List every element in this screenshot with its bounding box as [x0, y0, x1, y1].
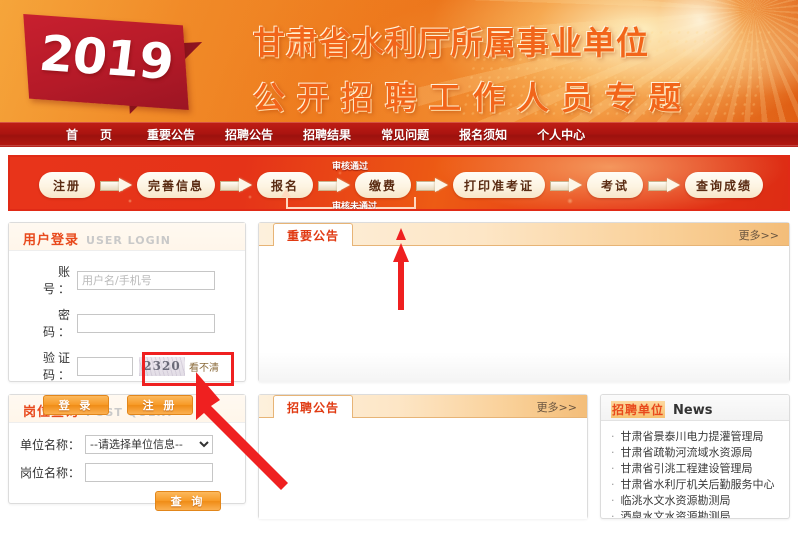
list-item[interactable]: · 甘肃省水利厅机关后勤服务中心 — [611, 477, 783, 493]
site-banner: 2019 甘肃省水利厅所属事业单位 公开招聘工作人员专题 — [0, 0, 798, 122]
account-input[interactable] — [77, 270, 215, 290]
bullet-icon: · — [611, 462, 615, 475]
account-row: 账 号： — [19, 263, 235, 297]
bullet-icon: · — [611, 478, 615, 491]
step-exam[interactable]: 考试 — [587, 172, 643, 198]
tab-important-announcement[interactable]: 重要公告 — [273, 223, 354, 246]
step-payment[interactable]: 缴费 — [354, 172, 411, 198]
step-print-admission-ticket[interactable]: 打印准考证 — [452, 172, 545, 198]
unit-name: 临洮水文水资源勘测局 — [620, 494, 731, 507]
query-form: 单位名称： --请选择单位信息-- 岗位名称： 查 询 — [9, 423, 245, 511]
label-review-failed: 审核未通过 — [332, 202, 378, 211]
unit-name: 酒泉水文水资源勘测局 — [620, 510, 731, 519]
step-query-score[interactable]: 查询成绩 — [685, 172, 764, 198]
bullet-icon: · — [611, 510, 615, 519]
banner-title-group: 甘肃省水利厅所属事业单位 公开招聘工作人员专题 — [253, 18, 773, 119]
captcha-row: 验证码： 2320 看不清 — [19, 349, 235, 383]
banner-title-line1: 甘肃省水利厅所属事业单位 — [253, 24, 650, 62]
account-label: 账 号： — [42, 265, 85, 296]
user-login-panel: 用户登录 USER LOGIN 账 号： 密 码： 验证码： — [8, 222, 246, 415]
password-input[interactable] — [77, 313, 215, 333]
recruiting-units-list: · 甘肃省景泰川电力提灌管理局 · 甘肃省疏勒河流域水资源局 · 甘肃省引洮工程… — [601, 421, 789, 519]
recruitment-announcement-more-link[interactable]: 更多>> — [537, 399, 577, 415]
important-announcement-body — [259, 246, 789, 382]
unit-name-label: 单位名称： — [19, 438, 80, 452]
recruiting-units-panel: 招聘单位 News · 甘肃省景泰川电力提灌管理局 · 甘肃省疏勒河流域水资源局… — [600, 394, 790, 519]
tab-recruitment-announcement[interactable]: 招聘公告 — [273, 395, 354, 418]
step-arrow-icon — [415, 179, 448, 191]
bullet-icon: · — [611, 430, 615, 443]
important-announcement-more-link[interactable]: 更多>> — [739, 227, 779, 243]
news-title-cn: 招聘单位 — [611, 401, 666, 418]
nav-item-important-notice[interactable]: 重要公告 — [147, 126, 195, 143]
recruitment-announcement-header: 招聘公告 更多>> — [259, 395, 587, 418]
unit-name-select[interactable]: --请选择单位信息-- — [85, 435, 213, 454]
captcha-label: 验证码： — [42, 351, 73, 382]
login-title-en: USER LOGIN — [86, 234, 171, 247]
list-item[interactable]: · 甘肃省景泰川电力提灌管理局 — [611, 429, 783, 445]
step-register[interactable]: 注册 — [38, 172, 95, 198]
login-panel-header: 用户登录 USER LOGIN — [9, 223, 245, 251]
unit-name: 甘肃省疏勒河流域水资源局 — [620, 446, 753, 459]
nav-item-personal-center[interactable]: 个人中心 — [537, 126, 585, 143]
nav-item-faq[interactable]: 常见问题 — [381, 126, 429, 143]
password-row: 密 码： — [19, 306, 235, 340]
process-step-list: 注册 完善信息 报名 缴费 打印准考证 考试 查询成绩 — [10, 171, 788, 199]
list-item[interactable]: · 甘肃省引洮工程建设管理局 — [611, 461, 783, 477]
captcha-image[interactable]: 2320 — [139, 356, 185, 376]
post-name-row: 岗位名称： — [19, 463, 235, 482]
step-arrow-icon — [219, 179, 252, 191]
review-failed-arrow-icon — [281, 189, 291, 197]
nav-item-home[interactable]: 首 页 — [66, 126, 117, 143]
main-navigation: 首 页 重要公告 招聘公告 招聘结果 常见问题 报名须知 个人中心 — [0, 122, 798, 147]
nav-item-application-guide[interactable]: 报名须知 — [459, 126, 507, 143]
nav-item-recruitment-result[interactable]: 招聘结果 — [303, 126, 351, 143]
main-content: 用户登录 USER LOGIN 账 号： 密 码： 验证码： — [8, 222, 790, 519]
list-item[interactable]: · 临洮水文水资源勘测局 — [611, 493, 783, 509]
step-arrow-icon — [99, 179, 132, 191]
post-name-label: 岗位名称： — [19, 466, 80, 480]
step-arrow-icon — [648, 179, 680, 191]
list-item[interactable]: · 酒泉水文水资源勘测局 — [611, 509, 783, 519]
content-row-top: 用户登录 USER LOGIN 账 号： 密 码： 验证码： — [8, 222, 790, 415]
captcha-input[interactable] — [77, 356, 133, 376]
post-name-input[interactable] — [85, 463, 213, 482]
register-button[interactable]: 注 册 — [127, 395, 193, 415]
bullet-icon: · — [611, 494, 615, 507]
news-panel-header: 招聘单位 News — [601, 395, 789, 421]
logo-year-text: 2019 — [38, 24, 175, 92]
nav-item-recruitment-notice[interactable]: 招聘公告 — [225, 126, 273, 143]
unit-name-row: 单位名称： --请选择单位信息-- — [19, 435, 235, 454]
unit-name: 甘肃省景泰川电力提灌管理局 — [620, 430, 764, 443]
year-logo: 2019 — [23, 14, 206, 114]
process-flow-bar: 注册 完善信息 报名 缴费 打印准考证 考试 查询成绩 审核通过 审核未通过 — [8, 155, 790, 211]
password-label: 密 码： — [42, 308, 85, 339]
bullet-icon: · — [611, 446, 615, 459]
page-root: 2019 甘肃省水利厅所属事业单位 公开招聘工作人员专题 首 页 重要公告 招聘… — [0, 0, 798, 541]
search-button[interactable]: 查 询 — [155, 491, 221, 511]
step-arrow-icon — [317, 179, 350, 191]
important-announcement-panel: 重要公告 更多>> — [258, 222, 790, 382]
recruitment-announcement-panel: 招聘公告 更多>> — [258, 394, 588, 519]
list-item[interactable]: · 甘肃省疏勒河流域水资源局 — [611, 445, 783, 461]
login-form: 账 号： 密 码： 验证码： 2320 看不清 登 录 — [9, 251, 245, 415]
recruitment-announcement-body — [259, 418, 587, 519]
unit-name: 甘肃省引洮工程建设管理局 — [620, 462, 753, 475]
banner-title-line2: 公开招聘工作人员专题 — [253, 79, 694, 117]
login-button[interactable]: 登 录 — [43, 395, 109, 415]
login-buttons: 登 录 注 册 — [19, 392, 235, 415]
captcha-refresh-link[interactable]: 看不清 — [189, 359, 219, 374]
important-announcement-header: 重要公告 更多>> — [259, 223, 789, 246]
login-title-cn: 用户登录 — [23, 233, 80, 248]
label-review-passed: 审核通过 — [332, 162, 369, 172]
step-complete-info[interactable]: 完善信息 — [136, 172, 215, 198]
query-button-row: 查 询 — [19, 491, 235, 511]
news-title-en: News — [673, 403, 713, 418]
step-arrow-icon — [550, 179, 582, 191]
unit-name: 甘肃省水利厅机关后勤服务中心 — [620, 478, 775, 491]
